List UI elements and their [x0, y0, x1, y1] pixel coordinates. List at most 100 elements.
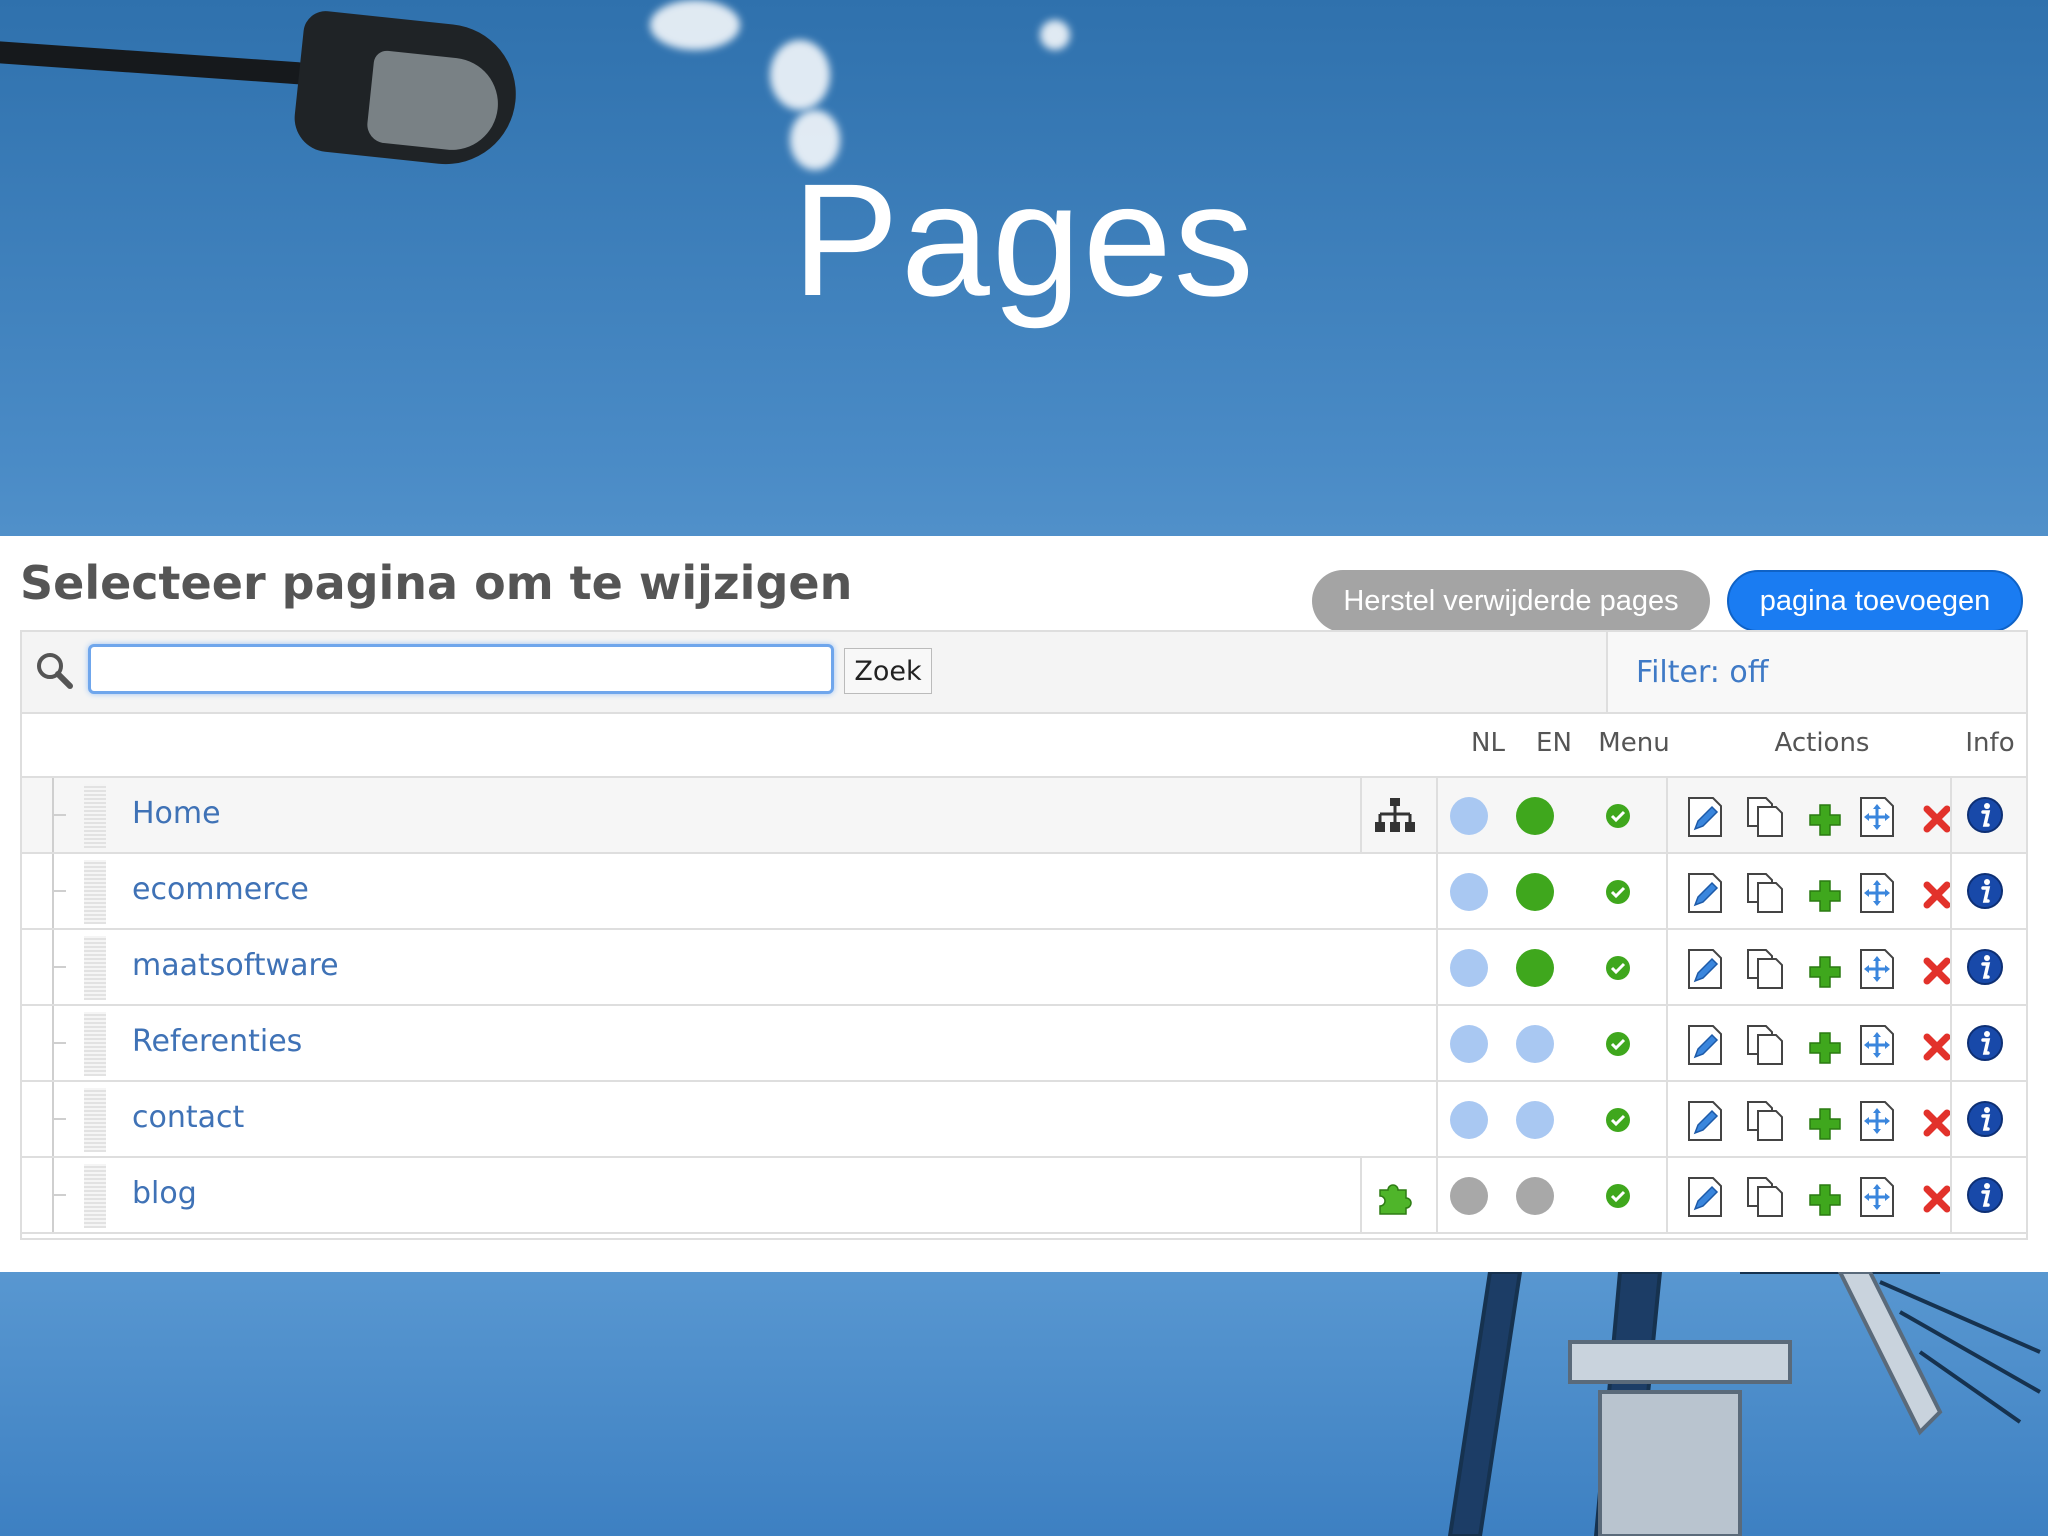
menu-check-icon[interactable]: [1604, 802, 1632, 830]
add-child-icon[interactable]: [1806, 872, 1844, 914]
drag-handle[interactable]: [84, 1088, 106, 1152]
page-name-link[interactable]: Referenties: [132, 1024, 302, 1059]
en-status-indicator[interactable]: [1516, 797, 1554, 835]
edit-icon[interactable]: [1686, 1176, 1724, 1218]
move-icon[interactable]: [1858, 948, 1896, 990]
add-child-icon[interactable]: [1806, 796, 1844, 838]
column-separator: [1436, 1158, 1438, 1232]
page-row[interactable]: ecommerce: [22, 854, 2026, 930]
add-child-icon[interactable]: [1806, 1024, 1844, 1066]
search-bar: Zoek Filter: off: [22, 632, 2026, 714]
tree-connector: [52, 966, 66, 968]
copy-icon[interactable]: [1746, 872, 1784, 914]
column-separator: [1436, 854, 1438, 928]
menu-check-icon[interactable]: [1604, 878, 1632, 906]
column-separator: [1950, 778, 1952, 852]
page-name-link[interactable]: Home: [132, 796, 221, 831]
en-status-indicator[interactable]: [1516, 1025, 1554, 1063]
en-status-indicator[interactable]: [1516, 949, 1554, 987]
crane-structure: [1447, 1272, 2041, 1536]
tree-connector: [52, 1042, 66, 1044]
menu-check-icon[interactable]: [1604, 1182, 1632, 1210]
move-icon[interactable]: [1858, 1176, 1896, 1218]
info-icon[interactable]: [1966, 872, 2004, 910]
nl-status-indicator[interactable]: [1450, 873, 1488, 911]
column-separator: [1436, 778, 1438, 852]
pages-panel: Selecteer pagina om te wijzigen Herstel …: [0, 536, 2048, 1272]
column-separator: [1436, 1082, 1438, 1156]
edit-icon[interactable]: [1686, 1100, 1724, 1142]
cloud: [650, 0, 740, 50]
nl-status-indicator[interactable]: [1450, 1025, 1488, 1063]
copy-icon[interactable]: [1746, 1176, 1784, 1218]
street-lamp-arm: [0, 40, 310, 85]
copy-icon[interactable]: [1746, 948, 1784, 990]
drag-handle[interactable]: [84, 784, 106, 848]
page-row[interactable]: maatsoftware: [22, 930, 2026, 1006]
search-icon: [37, 653, 73, 689]
page-name-link[interactable]: blog: [132, 1176, 197, 1211]
drag-handle[interactable]: [84, 936, 106, 1000]
copy-icon[interactable]: [1746, 796, 1784, 838]
drag-handle[interactable]: [84, 1012, 106, 1076]
nl-status-indicator[interactable]: [1450, 1177, 1488, 1215]
column-separator: [1666, 778, 1668, 852]
move-icon[interactable]: [1858, 872, 1896, 914]
column-separator: [1950, 854, 1952, 928]
page-name-link[interactable]: contact: [132, 1100, 244, 1135]
column-separator: [1666, 1158, 1668, 1232]
page-name-link[interactable]: ecommerce: [132, 872, 309, 907]
slide-title: Pages: [792, 150, 1256, 329]
nl-status-indicator[interactable]: [1450, 949, 1488, 987]
column-separator: [1666, 1006, 1668, 1080]
info-icon[interactable]: [1966, 948, 2004, 986]
nl-status-indicator[interactable]: [1450, 1101, 1488, 1139]
info-icon[interactable]: [1966, 1176, 2004, 1214]
menu-check-icon[interactable]: [1604, 954, 1632, 982]
tree-connector: [52, 1194, 66, 1196]
page-row[interactable]: Home: [22, 778, 2026, 854]
en-status-indicator[interactable]: [1516, 873, 1554, 911]
drag-handle[interactable]: [84, 860, 106, 924]
filter-toggle[interactable]: Filter: off: [1606, 632, 2026, 712]
page-row[interactable]: contact: [22, 1082, 2026, 1158]
page-row[interactable]: Referenties: [22, 1006, 2026, 1082]
cloud: [770, 40, 830, 110]
column-separator: [1950, 1082, 1952, 1156]
column-separator: [1436, 1006, 1438, 1080]
add-page-button[interactable]: pagina toevoegen: [1727, 570, 2023, 632]
search-button[interactable]: Zoek: [844, 648, 932, 694]
add-child-icon[interactable]: [1806, 1176, 1844, 1218]
cloud: [1040, 20, 1070, 50]
move-icon[interactable]: [1858, 1100, 1896, 1142]
add-child-icon[interactable]: [1806, 1100, 1844, 1142]
drag-handle[interactable]: [84, 1164, 106, 1228]
edit-icon[interactable]: [1686, 872, 1724, 914]
column-header-info: Info: [1965, 728, 2015, 758]
info-icon[interactable]: [1966, 1100, 2004, 1138]
column-separator: [1436, 930, 1438, 1004]
move-icon[interactable]: [1858, 796, 1896, 838]
move-icon[interactable]: [1858, 1024, 1896, 1066]
search-input[interactable]: [88, 644, 834, 694]
column-separator: [1360, 1158, 1362, 1232]
page-row[interactable]: blog: [22, 1158, 2026, 1234]
menu-check-icon[interactable]: [1604, 1030, 1632, 1058]
menu-check-icon[interactable]: [1604, 1106, 1632, 1134]
edit-icon[interactable]: [1686, 1024, 1724, 1066]
info-icon[interactable]: [1966, 1024, 2004, 1062]
tree-connector: [52, 890, 66, 892]
copy-icon[interactable]: [1746, 1024, 1784, 1066]
info-icon[interactable]: [1966, 796, 2004, 834]
column-header-actions: Actions: [1774, 728, 1870, 758]
column-separator: [1666, 930, 1668, 1004]
nl-status-indicator[interactable]: [1450, 797, 1488, 835]
add-child-icon[interactable]: [1806, 948, 1844, 990]
edit-icon[interactable]: [1686, 796, 1724, 838]
en-status-indicator[interactable]: [1516, 1177, 1554, 1215]
restore-deleted-pages-button[interactable]: Herstel verwijderde pages: [1312, 570, 1710, 632]
en-status-indicator[interactable]: [1516, 1101, 1554, 1139]
copy-icon[interactable]: [1746, 1100, 1784, 1142]
page-name-link[interactable]: maatsoftware: [132, 948, 339, 983]
edit-icon[interactable]: [1686, 948, 1724, 990]
